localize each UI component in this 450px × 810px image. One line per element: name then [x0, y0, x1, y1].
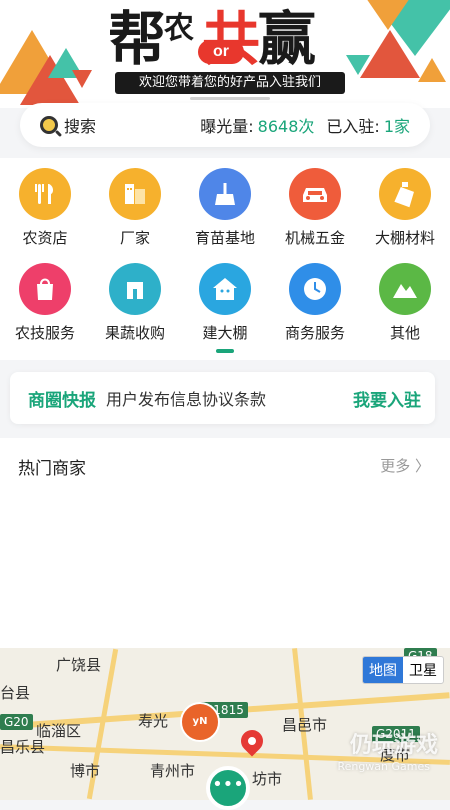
decor-triangle — [366, 0, 410, 30]
exposure-value: 8648次 — [257, 117, 315, 136]
watermark-logo: 仍玩游戏 — [349, 733, 438, 758]
search-button[interactable]: 搜索 — [64, 113, 96, 137]
category-grid: 农资店 厂家 育苗基地 机械五金 大棚材料 农技服务 果蔬收购 建大棚 商务服务… — [0, 158, 450, 360]
more-link[interactable]: 更多 〉 — [380, 455, 430, 476]
banner-title-char: 赢 — [258, 5, 316, 73]
store-marker-icon[interactable]: yN — [180, 702, 220, 742]
more-menu-button[interactable]: ••• — [206, 766, 250, 810]
search-stats-card: 搜索 曝光量: 8648次 已入驻: 1家 — [20, 103, 430, 147]
category-label: 农技服务 — [14, 324, 75, 342]
category-item[interactable]: 育苗基地 — [180, 158, 270, 248]
bag-icon — [19, 263, 71, 315]
category-item[interactable]: 大棚材料 — [360, 158, 450, 248]
category-item[interactable]: 厂家 — [90, 158, 180, 248]
map-place-label: 临淄区 — [36, 722, 82, 740]
section-title: 热门商家 — [18, 459, 86, 479]
news-text[interactable]: 用户发布信息协议条款 — [106, 386, 266, 410]
map-type-toggle[interactable]: 地图 卫星 — [362, 656, 444, 684]
category-item[interactable]: 商务服务 — [270, 253, 360, 343]
fork-knife-icon — [19, 168, 71, 220]
broom-icon — [199, 168, 251, 220]
news-bar[interactable]: 商圈快报 用户发布信息协议条款 我要入驻 — [10, 372, 435, 424]
category-label: 果蔬收购 — [104, 324, 165, 342]
banner-title: 帮 农 共 赢 or — [108, 0, 348, 70]
mountain-icon — [379, 263, 431, 315]
category-item[interactable]: 农资店 — [0, 158, 90, 248]
map-mode-button[interactable]: 地图 — [363, 657, 403, 683]
banner-subtitle: 欢迎您带着您的好产品入驻我们 — [115, 72, 345, 94]
category-label: 厂家 — [119, 229, 150, 247]
page-indicator — [216, 349, 234, 353]
map-place-label: 青州市 — [150, 762, 196, 780]
hot-merchants-section: 热门商家 更多 〉 — [0, 438, 450, 650]
banner-or-badge: or — [198, 40, 244, 64]
news-tag: 商圈快报 — [28, 390, 96, 411]
satellite-mode-button[interactable]: 卫星 — [403, 657, 443, 683]
search-icon[interactable] — [40, 116, 58, 134]
category-label: 农资店 — [22, 229, 68, 247]
exposure-label: 曝光量: — [200, 117, 254, 136]
category-label: 大棚材料 — [374, 229, 435, 247]
decor-triangle — [72, 70, 92, 88]
category-item[interactable]: 果蔬收购 — [90, 253, 180, 343]
banner[interactable]: 帮 农 共 赢 or 欢迎您带着您的好产品入驻我们 — [0, 0, 450, 108]
banner-indicator — [190, 97, 270, 100]
stats: 曝光量: 8648次 已入驻: 1家 — [200, 113, 410, 137]
map-place-label: 坊市 — [252, 770, 283, 788]
road-shield: G20 — [0, 714, 33, 730]
map-place-label: 博市 — [70, 762, 101, 780]
map-place-label: 寿光 — [138, 712, 169, 730]
banner-title-char: 农 — [164, 11, 195, 46]
clock-icon — [289, 263, 341, 315]
box-icon — [109, 263, 161, 315]
car-icon — [289, 168, 341, 220]
category-item[interactable]: 机械五金 — [270, 158, 360, 248]
category-item[interactable]: 其他 — [360, 253, 450, 343]
category-label: 育苗基地 — [194, 229, 255, 247]
category-item[interactable]: 农技服务 — [0, 253, 90, 343]
banner-title-char: 帮 — [108, 5, 166, 73]
watermark-subtitle: Rengwan Games — [337, 760, 430, 773]
join-button[interactable]: 我要入驻 — [353, 386, 421, 411]
map-place-label: 昌邑市 — [282, 716, 328, 734]
category-label: 机械五金 — [284, 229, 345, 247]
bottle-icon — [379, 168, 431, 220]
category-label: 其他 — [389, 324, 420, 342]
decor-triangle — [418, 58, 446, 82]
map-place-label: 台县 — [0, 684, 31, 702]
building-icon — [109, 168, 161, 220]
category-label: 商务服务 — [284, 324, 345, 342]
house-icon — [199, 263, 251, 315]
category-label: 建大棚 — [202, 324, 248, 342]
decor-triangle — [346, 55, 370, 75]
map-place-label: 广饶县 — [56, 656, 102, 674]
joined-label: 已入驻: — [326, 117, 380, 136]
joined-value: 1家 — [383, 117, 410, 136]
category-item[interactable]: 建大棚 — [180, 253, 270, 343]
